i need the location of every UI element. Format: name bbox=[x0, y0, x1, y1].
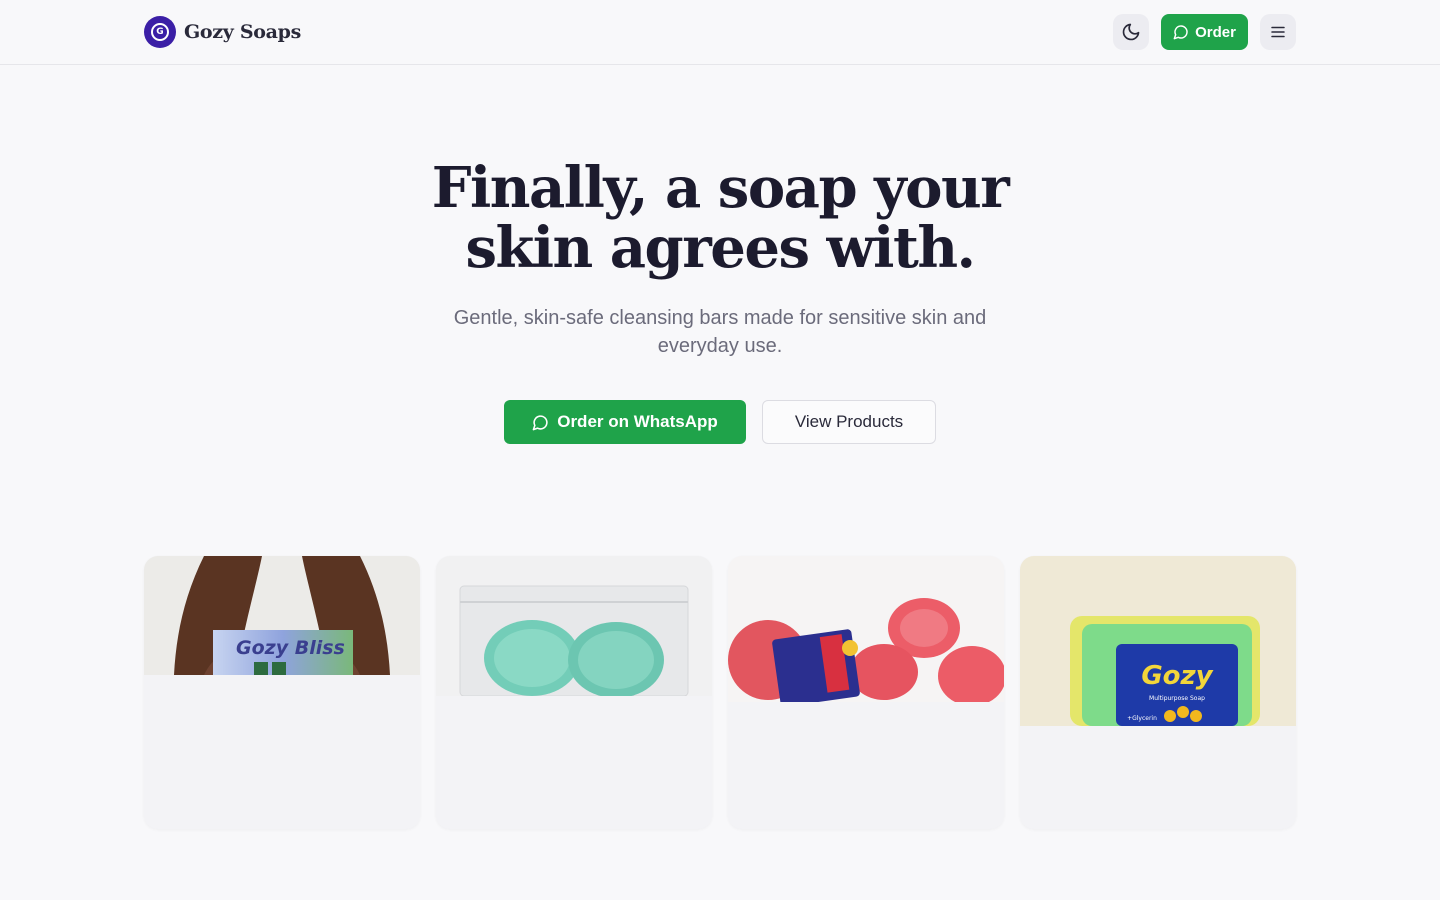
brand-name: Gozy Soaps bbox=[184, 21, 302, 43]
product-card[interactable] bbox=[728, 556, 1004, 829]
product-package-text: Gozy Bliss bbox=[236, 637, 345, 659]
order-on-whatsapp-button[interactable]: Order on WhatsApp bbox=[504, 400, 746, 444]
hero-subtitle: Gentle, skin-safe cleansing bars made fo… bbox=[453, 307, 987, 357]
product-card[interactable]: Gozy Bliss bbox=[144, 556, 420, 829]
product-image-gozy-multipurpose: Gozy Multipurpose Soap +Glycerin bbox=[1020, 556, 1296, 726]
product-package-text: Gozy bbox=[1141, 661, 1213, 691]
header-order-label: Order bbox=[1195, 23, 1236, 41]
menu-button[interactable] bbox=[1260, 14, 1296, 50]
site-header: G Gozy Soaps Order bbox=[0, 0, 1440, 65]
chat-bubble-icon bbox=[532, 414, 548, 430]
chat-bubble-icon bbox=[1173, 25, 1188, 40]
product-image-mint-soap bbox=[436, 556, 712, 696]
product-image-gozy-bliss: Gozy Bliss bbox=[144, 556, 420, 675]
moon-icon bbox=[1122, 23, 1140, 41]
hero-title-line-2: skin agrees with. bbox=[465, 215, 976, 281]
hero-title-line-1: Finally, a soap your bbox=[431, 155, 1010, 221]
product-package-subtext: Multipurpose Soap bbox=[1149, 695, 1205, 702]
theme-toggle-button[interactable] bbox=[1113, 14, 1149, 50]
brand-link[interactable]: G Gozy Soaps bbox=[144, 16, 301, 48]
product-card[interactable]: Gozy Multipurpose Soap +Glycerin bbox=[1020, 556, 1296, 829]
product-image-pink-soap bbox=[728, 556, 1004, 702]
product-package-label: +Glycerin bbox=[1127, 715, 1157, 722]
hamburger-menu-icon bbox=[1271, 26, 1285, 38]
brand-logo-letter: G bbox=[151, 23, 169, 41]
order-on-whatsapp-label: Order on WhatsApp bbox=[557, 412, 718, 431]
header-order-button[interactable]: Order bbox=[1161, 14, 1248, 50]
brand-logo-icon: G bbox=[144, 16, 176, 48]
product-card[interactable] bbox=[436, 556, 712, 829]
hero-title: Finally, a soap your skin agrees with. bbox=[320, 158, 1120, 278]
view-products-label: View Products bbox=[794, 412, 904, 431]
view-products-button[interactable]: View Products bbox=[762, 400, 936, 444]
